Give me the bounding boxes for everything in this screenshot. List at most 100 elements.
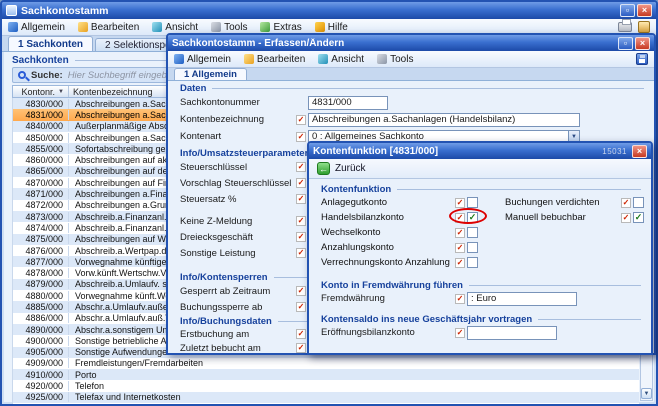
edit-window-title: Sachkontostamm - Erfassen/Ändern [172,38,614,49]
anzahlungskonto-checkbox[interactable] [467,242,478,253]
tools-icon [377,54,387,64]
tab-allgemein[interactable]: 1 Allgemein [174,68,247,80]
verrechnungskonto-anzahlung-checkbox[interactable] [467,257,478,268]
account-number: 4871/000 [13,189,69,199]
buchungen-verdichten-checkbox[interactable] [633,197,644,208]
account-number: 4909/000 [13,358,69,368]
menu-item-tools[interactable]: Tools [211,22,247,33]
modified-check-icon: ✓ [296,115,306,125]
exit-icon[interactable] [638,21,650,33]
sachkontonummer-input[interactable]: 4831/000 [308,96,388,110]
group-daten: Daten Sachkontonummer 4831/000 Kontenbez… [180,82,644,145]
modified-check-icon: ✓ [455,198,465,208]
allgemein-icon [174,54,184,64]
account-number: 4880/000 [13,291,69,301]
back-icon[interactable]: ← [317,162,330,175]
close-icon: × [640,39,645,48]
eroeffnungsbilanzkonto-input[interactable] [467,326,557,340]
group-daten-title: Daten [180,83,206,94]
close-button[interactable]: × [635,37,650,50]
menu-item-hilfe-label: Hilfe [328,22,348,33]
modified-check-icon: ✓ [455,213,465,223]
window-menu-button[interactable]: ▫ [620,4,635,17]
edit-menubar: Allgemein Bearbeiten Ansicht Tools [168,51,654,68]
table-row[interactable]: 4920/000Telefon [13,380,639,391]
account-number: 4925/000 [13,392,69,402]
back-button[interactable]: Zurück [335,163,366,174]
manuell-bebuchbar-label: Manuell bebuchbar [505,212,619,223]
print-icon[interactable] [618,22,632,32]
account-number: 4830/000 [13,99,69,109]
edit-titlebar[interactable]: Sachkontostamm - Erfassen/Ändern ▫ × [168,35,654,51]
dreiecksgeschaeft-label: Dreiecksgeschäft [180,232,294,243]
tab-1-sachkonten[interactable]: 1 Sachkonten [8,36,93,51]
group-buchungsdaten-title: Info/Buchungsdaten [180,316,272,327]
group-saldovortrag-title: Kontensaldo ins neue Geschäftsjahr vortr… [321,314,532,325]
function-window-buttons: × [632,145,647,158]
edit-menu-item-bearbeiten[interactable]: Bearbeiten [244,54,305,65]
wechselkonto-checkbox[interactable] [467,227,478,238]
kontenbezeichnung-input[interactable]: Abschreibungen a.Sachanlagen (Handelsbil… [308,113,580,127]
close-icon: × [637,147,642,156]
eroeffnungsbilanzkonto-label: Eröffnungsbilanzkonto [321,327,453,338]
modified-check-icon: ✓ [296,162,306,172]
account-number: 4872/000 [13,200,69,210]
edit-menu-items: Allgemein Bearbeiten Ansicht Tools [174,54,413,65]
account-name: Telefax und Internetkosten [69,392,639,402]
account-number: 4910/000 [13,370,69,380]
fremdwaehrung-row: Fremdwährung ✓ : Euro [321,291,641,306]
menu-item-allgemein[interactable]: Allgemein [8,22,65,33]
account-number: 4831/000 [13,110,69,120]
bearbeiten-icon [244,54,254,64]
close-button[interactable]: × [637,4,652,17]
sachkontonummer-row: Sachkontonummer 4831/000 [180,94,644,111]
menu-item-bearbeiten[interactable]: Bearbeiten [78,22,139,33]
main-window-buttons: ▫ × [620,4,652,17]
edit-menu-item-tools-label: Tools [390,54,413,65]
allgemein-icon [8,22,18,32]
scroll-down-icon[interactable]: ▼ [641,388,652,399]
verrechnungskonto-anzahlung-label: Verrechnungskonto Anzahlung [321,257,453,268]
menu-item-ansicht[interactable]: Ansicht [152,22,198,33]
window-box-icon: ▫ [626,6,629,15]
table-row[interactable]: 4909/000Fremdleistungen/Fremdarbeiten [13,358,639,369]
main-titlebar[interactable]: Sachkontostamm ▫ × [2,2,656,19]
modified-check-icon: ✓ [296,286,306,296]
edit-menu-item-allgemein[interactable]: Allgemein [174,54,231,65]
account-number: 4865/000 [13,166,69,176]
save-icon[interactable] [636,53,648,65]
menu-item-hilfe[interactable]: Hilfe [315,22,348,33]
account-number: 4878/000 [13,268,69,278]
modified-check-icon: ✓ [621,198,631,208]
ansicht-icon [318,54,328,64]
kontenart-label: Kontenart [180,131,294,142]
table-row[interactable]: 4910/000Porto [13,369,639,380]
modified-check-icon: ✓ [455,243,465,253]
edit-menubar-right [636,53,648,65]
menu-item-allgemein-label: Allgemein [21,22,65,33]
menu-item-tools-label: Tools [224,22,247,33]
fremdwaehrung-input[interactable]: : Euro [467,292,577,306]
window-menu-button[interactable]: ▫ [618,37,633,50]
account-number: 4890/000 [13,325,69,335]
edit-menu-item-tools[interactable]: Tools [377,54,413,65]
zuletzt-bebucht-am-label: Zuletzt bebucht am [180,343,294,354]
ansicht-icon [152,22,162,32]
watermark: 15031 [602,147,627,156]
edit-menu-item-ansicht[interactable]: Ansicht [318,54,364,65]
table-row[interactable]: 4925/000Telefax und Internetkosten [13,392,639,403]
handelsbilanzkonto-checkbox[interactable]: ✓ [467,212,478,223]
column-kontonr[interactable]: Kontonr. ▼ [13,86,69,97]
function-titlebar[interactable]: Kontenfunktion [4831/000] 15031 × [309,143,651,159]
modified-check-icon: ✓ [296,132,306,142]
manuell-bebuchbar-checkbox[interactable]: ✓ [633,212,644,223]
account-number: 4840/000 [13,121,69,131]
modified-check-icon: ✓ [455,228,465,238]
modified-check-icon: ✓ [621,213,631,223]
menu-item-extras[interactable]: Extras [260,22,301,33]
anlagegutkonto-checkbox[interactable] [467,197,478,208]
close-button[interactable]: × [632,145,647,158]
hilfe-icon [315,22,325,32]
modified-check-icon: ✓ [296,216,306,226]
buchungen-verdichten-row: Buchungen verdichten✓ [505,195,647,210]
